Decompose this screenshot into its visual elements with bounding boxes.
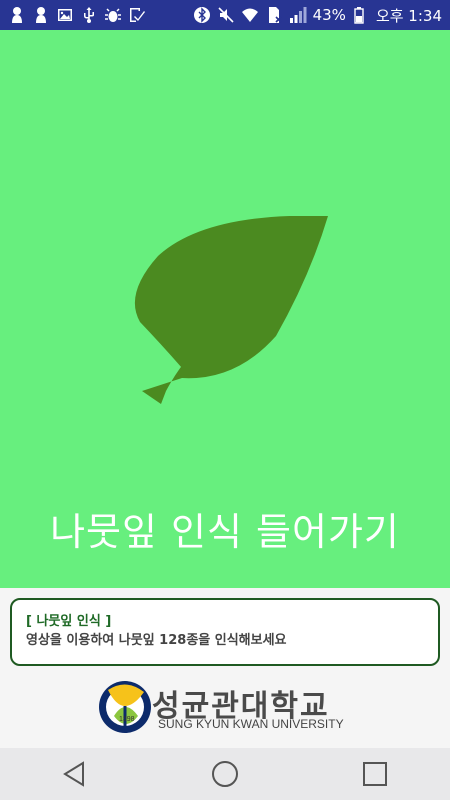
back-button[interactable]: [45, 748, 105, 800]
bluetooth-icon: [193, 6, 211, 24]
sim-card-icon: [265, 6, 283, 24]
back-icon: [63, 761, 84, 787]
battery-percent: 43%: [312, 6, 346, 24]
battery-icon: [352, 6, 370, 24]
navigation-bar: [0, 748, 450, 800]
leaf-icon: [134, 216, 328, 404]
usb-icon: [80, 6, 98, 24]
info-card: [ 나뭇잎 인식 ] 영상을 이용하여 나뭇잎 128종을 인식해보세요: [10, 598, 440, 666]
recents-icon: [363, 762, 387, 786]
person-notification-icon: [8, 6, 26, 24]
university-founding-year: 1398: [119, 716, 135, 723]
enter-leaf-recognition-button[interactable]: 나뭇잎 인식 들어가기: [0, 498, 450, 558]
university-name-english: SUNG KYUN KWAN UNIVERSITY: [158, 717, 344, 731]
signal-icon: [289, 6, 307, 24]
home-button[interactable]: [195, 748, 255, 800]
image-icon: [56, 6, 74, 24]
status-right-icons: 43% 오후 1:34: [193, 5, 442, 26]
mute-icon: [217, 6, 235, 24]
home-icon: [212, 761, 238, 787]
status-left-icons: [8, 6, 146, 24]
hero-panel[interactable]: 나뭇잎 인식 들어가기: [0, 30, 450, 588]
person-notification-icon-2: [32, 6, 50, 24]
bug-debug-icon: [104, 6, 122, 24]
status-bar: 43% 오후 1:34: [0, 0, 450, 30]
checklist-icon: [128, 6, 146, 24]
info-card-description: 영상을 이용하여 나뭇잎 128종을 인식해보세요: [26, 633, 287, 648]
wifi-icon: [241, 6, 259, 24]
recents-button[interactable]: [345, 748, 405, 800]
clock: 오후 1:34: [375, 6, 442, 25]
info-card-title: [ 나뭇잎 인식 ]: [26, 614, 112, 629]
